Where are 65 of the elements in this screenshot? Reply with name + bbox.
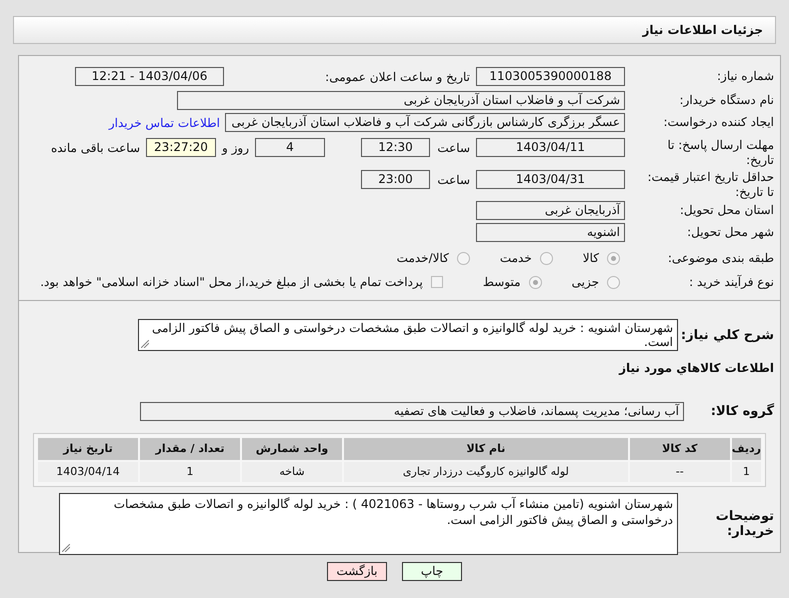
- radio-label: کالا: [582, 250, 599, 267]
- column-header: نام کالا: [344, 438, 628, 460]
- description-text: شهرستان اشنویه : خرید لوله گالوانیزه و اتصالات طبق مشخصات درخواستی و الصاق پیش فاکتور الزامی است.: [152, 321, 673, 349]
- radio-button[interactable]: [607, 276, 620, 288]
- text-field[interactable]: 23:00: [361, 170, 430, 189]
- checkbox-label: پرداخت تمام یا بخشی از مبلغ خرید،از محل "اسناد خزانه اسلامی" خواهد بود.: [40, 274, 423, 291]
- field-label: شرح کلي نياز:: [680, 328, 774, 342]
- column-header: تعداد / مقدار: [140, 438, 240, 460]
- field-label: نام دستگاه خریدار:: [678, 93, 774, 108]
- radio-button[interactable]: [607, 252, 620, 264]
- contact-link[interactable]: اطلاعات تماس خریدار: [108, 114, 220, 132]
- column-header: ردیف: [732, 438, 761, 460]
- field-label: شماره نیاز:: [716, 69, 774, 84]
- field-label: حداقل تاریخ اعتبار قیمت: تا تاریخ:: [646, 170, 774, 200]
- buyer-notes-box[interactable]: شهرستان اشنویه (تامین منشاء آب شرب روستاها - 4021063 ) : خرید لوله گالوانیزه و اتصالات طبق مشخصات درخواستی و الصاق پیش فاکتور الزامی است.: [59, 493, 678, 555]
- resize-handle-icon[interactable]: [62, 544, 70, 552]
- column-header: کد کالا: [630, 438, 730, 460]
- text-field[interactable]: عسگر برزگری کارشناس بازرگانی شرکت آب و فاضلاب استان آذربایجان غربی: [225, 113, 625, 132]
- column-header: واحد شمارش: [242, 438, 342, 460]
- text-field[interactable]: 4: [255, 138, 325, 157]
- text-field[interactable]: 1403/04/31: [476, 170, 625, 189]
- table-cell: شاخه: [242, 462, 342, 482]
- field-label: روز و: [222, 140, 249, 156]
- field-label: مهلت ارسال پاسخ: تا تاریخ:: [666, 138, 774, 168]
- field-label: ایجاد کننده درخواست:: [662, 115, 774, 130]
- radio-button[interactable]: [540, 252, 553, 264]
- text-field[interactable]: 1403/04/11: [476, 138, 625, 157]
- radio-button[interactable]: [528, 276, 542, 288]
- field-label: تاریخ و ساعت اعلان عمومی:: [324, 68, 470, 86]
- field-label: ساعت باقی مانده: [50, 140, 140, 156]
- text-field[interactable]: اشنویه: [476, 223, 625, 242]
- page-title: جزئیات اطلاعات نیاز: [642, 22, 763, 39]
- text-field[interactable]: 1103005390000188: [476, 67, 625, 86]
- column-header: تاریخ نیاز: [38, 438, 138, 460]
- field-label: ساعت: [436, 172, 470, 188]
- field-label: طبقه بندی موضوعی:: [666, 250, 774, 266]
- radio-label: متوسط: [482, 274, 521, 291]
- field-label: شهر محل تحویل:: [686, 225, 774, 240]
- radio-label: خدمت: [500, 250, 532, 267]
- radio-button[interactable]: [456, 252, 470, 264]
- table-cell: لوله گالوانیزه کاروگیت درزدار تجاری: [344, 462, 628, 482]
- radio-label: کالا/خدمت: [396, 250, 449, 267]
- resize-handle-icon[interactable]: [141, 340, 149, 348]
- text-field[interactable]: 1403/04/06 - 12:21: [75, 67, 224, 86]
- field-label: نوع فرآیند خرید :: [688, 274, 774, 290]
- text-field[interactable]: 23:27:20: [146, 138, 216, 157]
- checkbox[interactable]: [430, 276, 443, 288]
- buyer-notes-text: شهرستان اشنویه (تامین منشاء آب شرب روستاها - 4021063 ) : خرید لوله گالوانیزه و اتصالات طبق مشخصات درخواستی و الصاق پیش فاکتور الزامی است.: [114, 497, 673, 527]
- table-cell: 1: [732, 462, 761, 482]
- text-field[interactable]: شرکت آب و فاضلاب استان آذربایجان غربی: [177, 91, 625, 110]
- section-title: اطلاعات کالاهاي مورد نياز: [619, 361, 774, 375]
- text-field[interactable]: آب رسانی؛ مدیریت پسماند، فاضلاب و فعالیت های تصفیه: [140, 402, 684, 421]
- field-label: توضیحات خریدار:: [714, 509, 774, 539]
- table-cell: 1: [140, 462, 240, 482]
- text-field[interactable]: 12:30: [361, 138, 430, 157]
- back-button[interactable]: بازگشت: [327, 562, 387, 581]
- field-label: ساعت: [436, 140, 470, 156]
- text-field[interactable]: آذربایجان غربی: [476, 201, 625, 220]
- field-label: استان محل تحویل:: [678, 203, 774, 218]
- description-box[interactable]: شهرستان اشنویه : خرید لوله گالوانیزه و اتصالات طبق مشخصات درخواستی و الصاق پیش فاکتور الزامی است.: [138, 319, 678, 351]
- radio-label: جزیی: [572, 274, 599, 291]
- print-button[interactable]: چاپ: [402, 562, 462, 581]
- field-label: گروه کالا:: [710, 404, 774, 419]
- table-cell: 1403/04/14: [38, 462, 138, 482]
- table-cell: --: [630, 462, 730, 482]
